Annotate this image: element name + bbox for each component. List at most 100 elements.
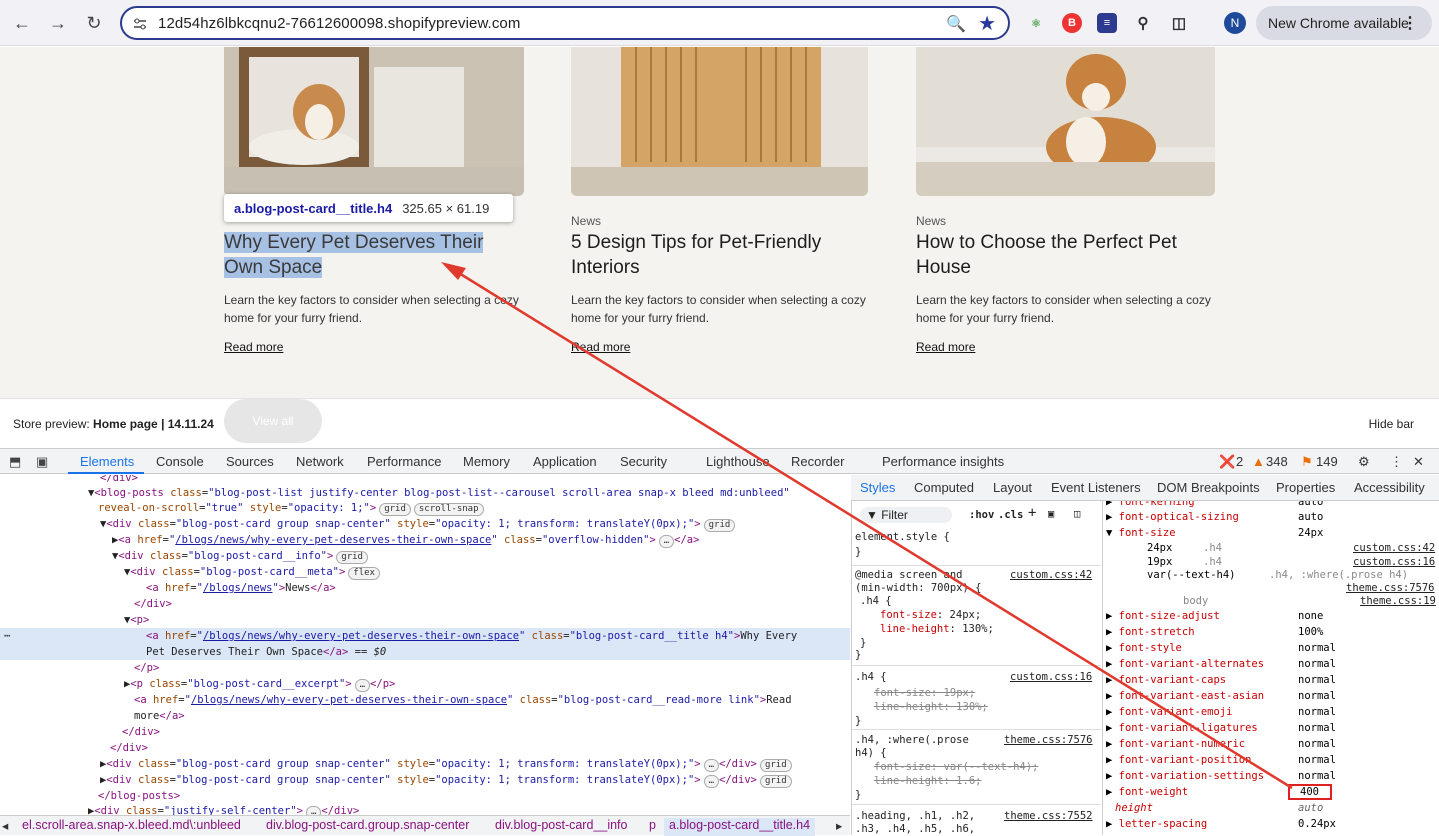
more-options-icon[interactable]: ⋮ xyxy=(1390,454,1403,470)
extensions-puzzle-icon[interactable]: ◫ xyxy=(1169,13,1189,33)
react-extension-icon[interactable]: ⚛ xyxy=(1026,13,1046,33)
breadcrumb-item[interactable]: p xyxy=(649,818,656,832)
close-devtools-icon[interactable]: ✕ xyxy=(1413,454,1424,470)
computed-row[interactable]: ▶ font-variant-position xyxy=(1106,752,1251,768)
redux-extension-icon[interactable]: B xyxy=(1062,13,1082,33)
dom-line[interactable]: </div> xyxy=(122,724,160,740)
computed-row[interactable]: ▶ font-weight xyxy=(1106,784,1188,800)
tab-recorder[interactable]: Recorder xyxy=(791,454,844,469)
computed-row[interactable]: ▼ font-size xyxy=(1106,525,1176,541)
hide-bar-button[interactable]: Hide bar xyxy=(1369,417,1414,431)
dom-line[interactable]: </p> xyxy=(134,660,159,676)
more-menu-icon[interactable]: ⋮ xyxy=(1402,13,1418,33)
dom-line[interactable]: <a href="/blogs/news">News</a> xyxy=(146,580,336,596)
tab-event-listeners[interactable]: Event Listeners xyxy=(1051,480,1141,495)
read-more-link[interactable]: Read more xyxy=(916,340,975,354)
styles-pane[interactable]: ▼ Filter :hov .cls + ▣ ◫ element.style {… xyxy=(851,501,1101,835)
computed-row[interactable]: ▶ font-variant-emoji xyxy=(1106,704,1232,720)
dom-line[interactable]: ▶<div class="blog-post-card group snap-c… xyxy=(100,772,792,788)
tab-computed[interactable]: Computed xyxy=(914,480,974,495)
hov-toggle[interactable]: :hov xyxy=(969,507,994,523)
breadcrumb-scroll-right-icon[interactable]: ▸ xyxy=(836,818,842,833)
read-more-link[interactable]: Read more xyxy=(224,340,283,354)
blog-card-title[interactable]: 5 Design Tips for Pet-Friendly Interiors xyxy=(571,230,868,280)
dom-line[interactable]: ▶<a href="/blogs/news/why-every-pet-dese… xyxy=(112,532,699,548)
tab-application[interactable]: Application xyxy=(533,454,597,469)
tab-elements[interactable]: Elements xyxy=(80,454,134,469)
computed-row[interactable]: ▶ font-style xyxy=(1106,640,1182,656)
tab-security[interactable]: Security xyxy=(620,454,667,469)
profile-avatar[interactable]: N xyxy=(1224,12,1246,34)
warning-count[interactable]: 348 xyxy=(1266,454,1288,469)
issues-count[interactable]: 149 xyxy=(1316,454,1338,469)
dom-line[interactable]: reveal-on-scroll="true" style="opacity: … xyxy=(98,500,484,516)
computed-row[interactable]: ▶ font-variant-alternates xyxy=(1106,656,1264,672)
computed-row[interactable]: ▶ font-stretch xyxy=(1106,624,1195,640)
cls-toggle[interactable]: .cls xyxy=(998,507,1023,523)
tab-dom-breakpoints[interactable]: DOM Breakpoints xyxy=(1157,480,1260,495)
dom-line[interactable]: ▼<div class="blog-post-card group snap-c… xyxy=(100,516,736,532)
source-link[interactable]: theme.css:7552 xyxy=(1004,810,1093,822)
dom-line[interactable]: <a href="/blogs/news/why-every-pet-deser… xyxy=(134,692,792,708)
elements-tree[interactable]: </div> ▼<blog-posts class="blog-post-lis… xyxy=(0,475,850,815)
tab-styles[interactable]: Styles xyxy=(860,480,895,495)
blog-card-title[interactable]: Why Every Pet Deserves Their Own Space xyxy=(224,230,524,280)
site-settings-icon[interactable] xyxy=(132,16,148,32)
tab-accessibility[interactable]: Accessibility xyxy=(1354,480,1425,495)
dom-line[interactable]: </blog-posts> xyxy=(98,788,180,804)
tab-memory[interactable]: Memory xyxy=(463,454,510,469)
read-more-link[interactable]: Read more xyxy=(571,340,630,354)
breadcrumb-scroll-left-icon[interactable]: ◂ xyxy=(2,818,8,833)
dom-line[interactable]: ▼<div class="blog-post-card__info"> grid xyxy=(112,548,368,564)
url-text[interactable]: 12d54hz6lbkcqnu2-76612600098.shopifyprev… xyxy=(158,15,520,32)
dom-line[interactable]: <a href="/blogs/news/why-every-pet-deser… xyxy=(146,628,797,644)
dom-line[interactable]: ▶<p class="blog-post-card__excerpt">… </p… xyxy=(124,676,395,692)
add-rule-icon[interactable]: + xyxy=(1028,505,1036,521)
blog-card-image[interactable] xyxy=(916,47,1215,196)
computed-row[interactable]: ▶ font-variation-settings xyxy=(1106,768,1264,784)
dom-line[interactable]: more</a> xyxy=(134,708,185,724)
bookmark-star-icon[interactable]: ★ xyxy=(978,11,996,36)
source-link[interactable]: theme.css:7576 xyxy=(1004,734,1093,746)
blog-card-category[interactable]: News xyxy=(916,214,946,228)
paint-icon[interactable]: ▣ xyxy=(1048,506,1054,522)
computed-row[interactable]: ▶ font-size-adjust xyxy=(1106,608,1220,624)
computed-row[interactable]: ▶ font-optical-sizing xyxy=(1106,509,1239,525)
dom-line[interactable]: ▶<div class="justify-self-center">… </div… xyxy=(88,803,359,815)
breadcrumb-item[interactable]: a.blog-post-card__title.h4 xyxy=(664,818,816,836)
view-all-button[interactable]: View all xyxy=(224,399,322,443)
device-toolbar-icon[interactable]: ▣ xyxy=(36,454,48,470)
update-chrome-button[interactable]: New Chrome available ⋮ xyxy=(1256,6,1432,40)
tab-sources[interactable]: Sources xyxy=(226,454,274,469)
inspect-element-icon[interactable]: ⬒ xyxy=(9,454,21,470)
tab-performance-insights[interactable]: Performance insights xyxy=(882,454,1004,469)
dom-line[interactable]: ▼<p> xyxy=(124,612,149,628)
blog-card-image[interactable] xyxy=(224,47,524,196)
forward-icon[interactable]: → xyxy=(46,11,70,35)
computed-row[interactable]: ▶ letter-spacing xyxy=(1106,816,1207,832)
trace-source[interactable]: theme.css:19 xyxy=(1360,593,1436,609)
dom-line[interactable]: ⋯ xyxy=(4,628,10,644)
toggle-sidebar-icon[interactable]: ◫ xyxy=(1074,506,1080,522)
zoom-icon[interactable]: 🔍 xyxy=(946,14,966,34)
dom-line[interactable]: </div> xyxy=(134,596,172,612)
computed-row[interactable]: ▶ font-variant-numeric xyxy=(1106,736,1245,752)
location-pin-icon[interactable]: ⚲ xyxy=(1133,13,1153,33)
styles-filter-input[interactable]: ▼ Filter xyxy=(860,507,952,523)
computed-row[interactable]: ▶ font-variant-east-asian xyxy=(1106,688,1264,704)
dom-line[interactable]: ▼<blog-posts class="blog-post-list justi… xyxy=(88,485,790,501)
computed-row[interactable]: height xyxy=(1115,800,1153,816)
dom-line[interactable]: ▼<div class="blog-post-card__meta"> flex xyxy=(124,564,380,580)
computed-row[interactable]: ▶ font-variant-caps xyxy=(1106,672,1226,688)
blog-card-category[interactable]: News xyxy=(571,214,601,228)
tab-layout[interactable]: Layout xyxy=(993,480,1032,495)
breadcrumb-item[interactable]: el.scroll-area.snap-x.bleed.md\:unbleed xyxy=(22,818,241,832)
blog-card-title[interactable]: How to Choose the Perfect Pet House xyxy=(916,230,1215,280)
tab-manager-icon[interactable]: ≡ xyxy=(1097,13,1117,33)
computed-pane[interactable]: ▶ font-kerning auto ▶ font-optical-sizin… xyxy=(1102,501,1439,835)
blog-card-image[interactable] xyxy=(571,47,868,196)
computed-row[interactable]: ▶ font-variant-ligatures xyxy=(1106,720,1258,736)
settings-gear-icon[interactable]: ⚙ xyxy=(1358,454,1370,470)
tab-properties[interactable]: Properties xyxy=(1276,480,1335,495)
tab-lighthouse[interactable]: Lighthouse xyxy=(706,454,770,469)
